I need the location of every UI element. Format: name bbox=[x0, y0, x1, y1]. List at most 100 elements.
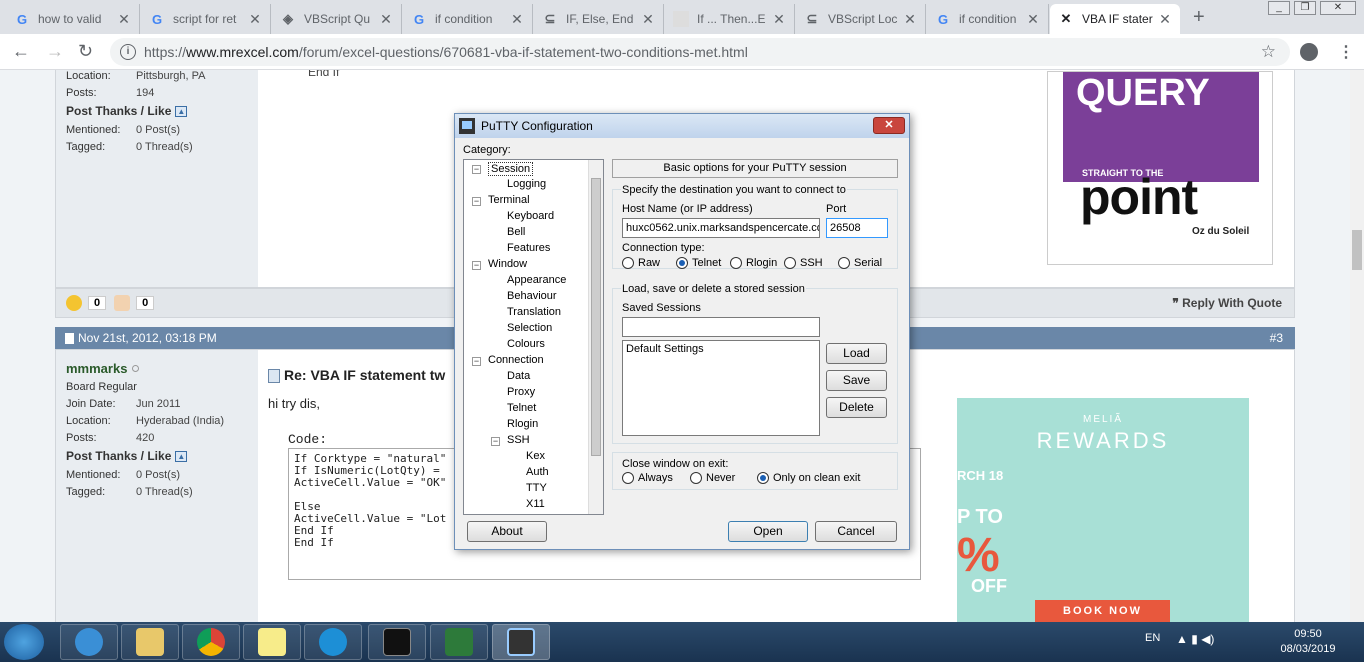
tree-scrollbar[interactable] bbox=[588, 160, 603, 514]
tree-item-connection[interactable]: Connection bbox=[488, 354, 544, 366]
tab-5[interactable]: ⊆ IF, Else, End ✕ bbox=[534, 4, 664, 34]
reply-with-quote-button[interactable]: ❞ Reply With Quote bbox=[1172, 296, 1282, 310]
open-button[interactable]: Open bbox=[728, 521, 808, 542]
host-name-input[interactable]: huxc0562.unix.marksandspencercate.co bbox=[622, 218, 820, 238]
port-input[interactable]: 26508 bbox=[826, 218, 888, 238]
radio-telnet[interactable] bbox=[676, 257, 688, 269]
smiley-icon[interactable] bbox=[66, 295, 82, 311]
delete-button[interactable]: Delete bbox=[826, 397, 887, 418]
tree-item-keyboard[interactable]: Keyboard bbox=[507, 210, 554, 222]
system-tray[interactable]: ▲ ▮ ◀) bbox=[1176, 632, 1214, 646]
clock[interactable]: 09:50 08/03/2019 bbox=[1268, 627, 1348, 657]
info-icon[interactable]: i bbox=[120, 44, 136, 60]
post-number[interactable]: #3 bbox=[1270, 331, 1283, 345]
close-icon[interactable]: ✕ bbox=[115, 11, 133, 28]
ad-banner-query[interactable]: QUERY STRAIGHT TO THE point Oz du Soleil bbox=[1047, 71, 1273, 265]
radio-raw[interactable] bbox=[622, 257, 634, 269]
load-button[interactable]: Load bbox=[826, 343, 887, 364]
close-icon[interactable]: ✕ bbox=[246, 11, 264, 28]
ad-banner-melia[interactable]: MELIÃ REWARDS RCH 18 P TO % OFF BOOK NOW bbox=[957, 398, 1249, 622]
radio-always[interactable] bbox=[622, 472, 634, 484]
volume-icon[interactable]: ◀) bbox=[1201, 632, 1214, 646]
forward-icon[interactable]: → bbox=[46, 41, 64, 62]
taskbar-ie[interactable] bbox=[60, 624, 118, 660]
close-icon[interactable]: ✕ bbox=[508, 11, 526, 28]
expand-icon[interactable]: ▲ bbox=[175, 105, 188, 117]
tree-item-session[interactable]: Session bbox=[488, 162, 534, 176]
taskbar-network[interactable] bbox=[430, 624, 488, 660]
network-tray-icon[interactable]: ▮ bbox=[1191, 632, 1198, 646]
tree-item-window[interactable]: Window bbox=[488, 258, 527, 270]
tab-9-active[interactable]: ✕ VBA IF stater ✕ bbox=[1050, 4, 1180, 34]
tab-7[interactable]: ⊆ VBScript Loc ✕ bbox=[796, 4, 926, 34]
reload-icon[interactable]: ↻ bbox=[78, 41, 93, 62]
tree-scroll-thumb[interactable] bbox=[591, 178, 601, 456]
language-indicator[interactable]: EN bbox=[1145, 632, 1160, 644]
close-window-button[interactable]: ✕ bbox=[1320, 1, 1356, 15]
tree-expander-icon[interactable]: − bbox=[472, 165, 481, 174]
taskbar-putty[interactable] bbox=[492, 624, 550, 660]
username[interactable]: mmmarks bbox=[66, 361, 127, 376]
tree-item-selection[interactable]: Selection bbox=[507, 322, 552, 334]
tree-item-tty[interactable]: TTY bbox=[526, 482, 547, 494]
radio-ssh[interactable] bbox=[784, 257, 796, 269]
about-button[interactable]: About bbox=[467, 521, 547, 542]
page-scrollbar[interactable] bbox=[1350, 70, 1364, 622]
tree-item-behaviour[interactable]: Behaviour bbox=[507, 290, 557, 302]
sessions-list[interactable]: Default Settings bbox=[622, 340, 820, 436]
tree-item-telnet[interactable]: Telnet bbox=[507, 402, 536, 414]
tab-1[interactable]: Ghow to valid ✕ bbox=[6, 4, 140, 34]
tab-3[interactable]: ◈ VBScript Qu ✕ bbox=[272, 4, 402, 34]
tab-6[interactable]: If ... Then...E ✕ bbox=[665, 4, 795, 34]
category-tree[interactable]: − Session Logging − Terminal Keyboard Bell Feat… bbox=[463, 159, 604, 515]
taskbar-notes[interactable] bbox=[243, 624, 301, 660]
minimize-button[interactable]: _ bbox=[1268, 1, 1290, 15]
tab-4[interactable]: Gif condition ✕ bbox=[403, 4, 533, 34]
close-icon[interactable]: ✕ bbox=[639, 11, 657, 28]
tree-item-data[interactable]: Data bbox=[507, 370, 530, 382]
cancel-button[interactable]: Cancel bbox=[815, 521, 897, 542]
tree-expander-icon[interactable]: − bbox=[472, 357, 481, 366]
tree-item-rlogin[interactable]: Rlogin bbox=[507, 418, 538, 430]
tree-expander-icon[interactable]: − bbox=[491, 437, 500, 446]
putty-close-button[interactable]: ✕ bbox=[873, 117, 905, 134]
menu-icon[interactable]: ⋮ bbox=[1338, 42, 1354, 62]
profile-icon[interactable] bbox=[1300, 43, 1318, 61]
session-item-default[interactable]: Default Settings bbox=[626, 343, 704, 355]
tree-item-ssh[interactable]: SSH bbox=[507, 434, 530, 446]
tree-item-colours[interactable]: Colours bbox=[507, 338, 545, 350]
book-now-button[interactable]: BOOK NOW bbox=[1035, 600, 1170, 622]
close-icon[interactable]: ✕ bbox=[1024, 11, 1042, 28]
close-icon[interactable]: ✕ bbox=[770, 11, 788, 28]
bookmark-star-icon[interactable]: ☆ bbox=[1261, 42, 1276, 62]
save-button[interactable]: Save bbox=[826, 370, 887, 391]
tab-8[interactable]: Gif condition ✕ bbox=[927, 4, 1049, 34]
radio-rlogin[interactable] bbox=[730, 257, 742, 269]
expand-icon[interactable]: ▲ bbox=[175, 450, 188, 462]
saved-sessions-input[interactable] bbox=[622, 317, 820, 337]
radio-never[interactable] bbox=[690, 472, 702, 484]
show-hidden-icon[interactable]: ▲ bbox=[1176, 632, 1188, 646]
start-button[interactable] bbox=[4, 624, 44, 660]
maximize-button[interactable]: ❐ bbox=[1294, 1, 1316, 15]
address-bar[interactable]: i https://www.mrexcel.com/forum/excel-qu… bbox=[110, 38, 1290, 66]
taskbar-explorer[interactable] bbox=[121, 624, 179, 660]
tree-item-x11[interactable]: X11 bbox=[526, 498, 545, 510]
back-icon[interactable]: ← bbox=[12, 41, 30, 62]
tree-item-features[interactable]: Features bbox=[507, 242, 550, 254]
tree-item-bell[interactable]: Bell bbox=[507, 226, 525, 238]
tree-item-kex[interactable]: Kex bbox=[526, 450, 545, 462]
close-icon[interactable]: ✕ bbox=[377, 11, 395, 28]
tree-expander-icon[interactable]: − bbox=[472, 261, 481, 270]
taskbar-cmd[interactable] bbox=[368, 624, 426, 660]
close-icon[interactable]: ✕ bbox=[901, 11, 919, 28]
tree-item-logging[interactable]: Logging bbox=[507, 178, 546, 190]
new-tab-button[interactable]: + bbox=[1193, 6, 1205, 29]
tree-item-proxy[interactable]: Proxy bbox=[507, 386, 535, 398]
radio-serial[interactable] bbox=[838, 257, 850, 269]
tree-item-auth[interactable]: Auth bbox=[526, 466, 549, 478]
tree-expander-icon[interactable]: − bbox=[472, 197, 481, 206]
radio-only-on-clean-exit[interactable] bbox=[757, 472, 769, 484]
tree-item-translation[interactable]: Translation bbox=[507, 306, 561, 318]
scroll-thumb[interactable] bbox=[1352, 230, 1362, 270]
